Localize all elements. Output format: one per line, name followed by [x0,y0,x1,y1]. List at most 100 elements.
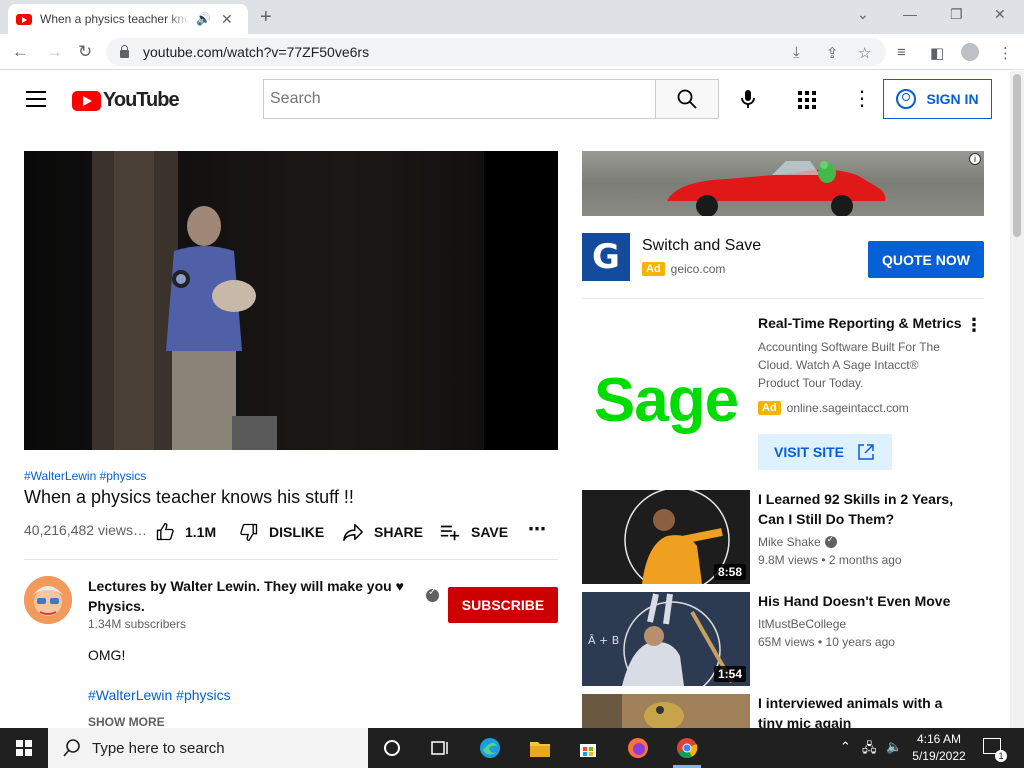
task-view-icon[interactable] [428,736,452,760]
quote-now-button[interactable]: QUOTE NOW [868,241,984,278]
verified-badge-icon [824,534,837,548]
edge-icon[interactable] [478,736,502,760]
ad-badge: Ad [758,401,781,415]
geico-logo-letter: G [592,237,620,277]
visit-site-label: VISIT SITE [774,444,845,460]
description-hashtags[interactable]: #WalterLewin #physics [88,687,231,703]
like-count: 1.1M [185,524,217,540]
youtube-wordmark: YouTube [103,89,180,111]
share-button[interactable]: SHARE [342,522,423,542]
add-to-playlist-icon [440,525,460,541]
related-video-title[interactable]: I Learned 92 Skills in 2 Years, Can I St… [758,489,958,529]
ad-banner-image[interactable] [582,151,984,216]
related-channel[interactable]: ItMustBeCollege [758,617,846,631]
svg-text:Ā + B: Ā + B [588,634,619,647]
side-panel-icon[interactable]: ◧ [930,44,944,62]
search-input[interactable]: Search [263,79,656,119]
like-button[interactable]: 1.1M [155,522,216,542]
menu-icon[interactable] [26,91,46,107]
channel-name[interactable]: Lectures by Walter Lewin. They will make… [88,576,408,616]
bookmark-star-icon[interactable]: ☆ [858,44,871,62]
browser-menu-icon[interactable]: ⋮ [998,44,1013,62]
sign-in-button[interactable]: SIGN IN [883,79,992,119]
windows-logo-icon [16,740,32,756]
related-video-title[interactable]: I interviewed animals with a tiny mic ag… [758,693,958,728]
video-player[interactable] [24,151,558,450]
back-icon[interactable]: ← [12,42,29,62]
ad-title[interactable]: Real-Time Reporting & Metrics [758,315,962,331]
related-video-thumbnail[interactable]: Ā + B 1:54 [582,592,750,686]
channel-avatar[interactable] [24,576,72,624]
view-count[interactable]: 40,216,482 views… [24,522,147,538]
related-video-thumbnail[interactable]: 8:58 [582,490,750,584]
ad-title[interactable]: Switch and Save [642,237,761,255]
ad-domain: Ad geico.com [642,262,725,276]
geico-logo[interactable]: G [582,233,630,281]
page-scrollbar-thumb[interactable] [1013,74,1021,237]
youtube-logo[interactable]: YouTube [72,89,180,112]
start-button[interactable] [0,728,48,768]
file-explorer-icon[interactable] [528,736,552,760]
video-duration: 8:58 [713,564,746,580]
related-channel[interactable]: Mike Shake [758,534,837,549]
red-car-frog-image [667,161,886,216]
install-app-icon[interactable]: ⤓ [793,44,800,61]
microphone-icon[interactable] [736,87,760,111]
clock-date: 5/19/2022 [912,749,966,763]
close-window-icon[interactable]: ✕ [994,6,1006,23]
related-channel-name: Mike Shake [758,535,821,549]
restore-icon[interactable]: ❐ [950,6,963,23]
sage-ad-image[interactable]: Sage [582,316,750,484]
more-actions-icon[interactable]: ⋯ [528,519,546,540]
youtube-header: YouTube Search ⋮ SIGN IN [0,71,1010,127]
microsoft-store-icon[interactable] [576,736,600,760]
external-link-icon [858,444,874,460]
youtube-play-icon [72,90,101,111]
media-control-icon[interactable]: ≡ [897,44,906,61]
settings-more-icon[interactable]: ⋮ [852,89,872,109]
cortana-icon[interactable] [380,736,404,760]
network-icon[interactable]: 🖧 [862,739,877,761]
subscribe-button[interactable]: SUBSCRIBE [448,587,558,623]
related-video-title[interactable]: His Hand Doesn't Even Move [758,591,958,611]
taskbar-search-box[interactable]: Type here to search [48,728,368,768]
tab-search-icon[interactable]: ⌄ [857,6,869,23]
address-bar[interactable]: youtube.com/watch?v=77ZF50ve6rs [106,38,886,66]
show-more-button[interactable]: SHOW MORE [88,715,165,729]
visit-site-button[interactable]: VISIT SITE [758,434,892,470]
related-video-thumbnail[interactable] [582,694,750,728]
reload-icon[interactable]: ↻ [78,42,92,62]
ad-info-icon[interactable]: i [969,153,981,165]
search-button[interactable] [655,79,719,119]
apps-grid-icon[interactable] [798,91,816,109]
verified-badge-icon [426,587,439,602]
divider [582,298,984,299]
forward-icon[interactable]: → [46,42,63,62]
show-hidden-icons-icon[interactable]: ⌃ [840,739,851,755]
profile-avatar-icon[interactable] [961,43,979,61]
firefox-icon[interactable] [626,736,650,760]
minimize-icon[interactable]: — [903,6,917,22]
system-clock[interactable]: 4:16 AM 5/19/2022 [908,731,970,765]
channel-avatar-image [24,576,72,624]
ad-description: Accounting Software Built For The Cloud.… [758,340,940,390]
close-tab-icon[interactable]: ✕ [221,11,233,28]
clock-time: 4:16 AM [916,732,962,746]
video-frame [24,151,558,450]
video-hashtags[interactable]: #WalterLewin #physics [24,469,146,483]
share-page-icon[interactable]: ⇪ [826,44,839,62]
dislike-button[interactable]: DISLIKE [239,522,324,542]
ad-more-icon[interactable]: ⋮ [965,316,983,334]
video-duration: 1:54 [713,666,746,682]
thumbs-up-icon [156,522,174,541]
volume-icon[interactable]: 🔈 [886,739,902,755]
related-video-meta: 9.8M views • 2 months ago [758,553,902,567]
audio-playing-icon[interactable]: 🔊 [196,12,211,26]
chrome-icon[interactable] [675,736,699,760]
browser-tab[interactable]: When a physics teacher knows his stuff !… [8,4,248,34]
tab-title: When a physics teacher knows his stuff !… [40,12,190,26]
save-button[interactable]: SAVE [439,522,508,542]
new-tab-icon[interactable]: + [260,6,272,29]
share-icon [343,523,363,541]
lock-icon[interactable] [120,45,129,58]
